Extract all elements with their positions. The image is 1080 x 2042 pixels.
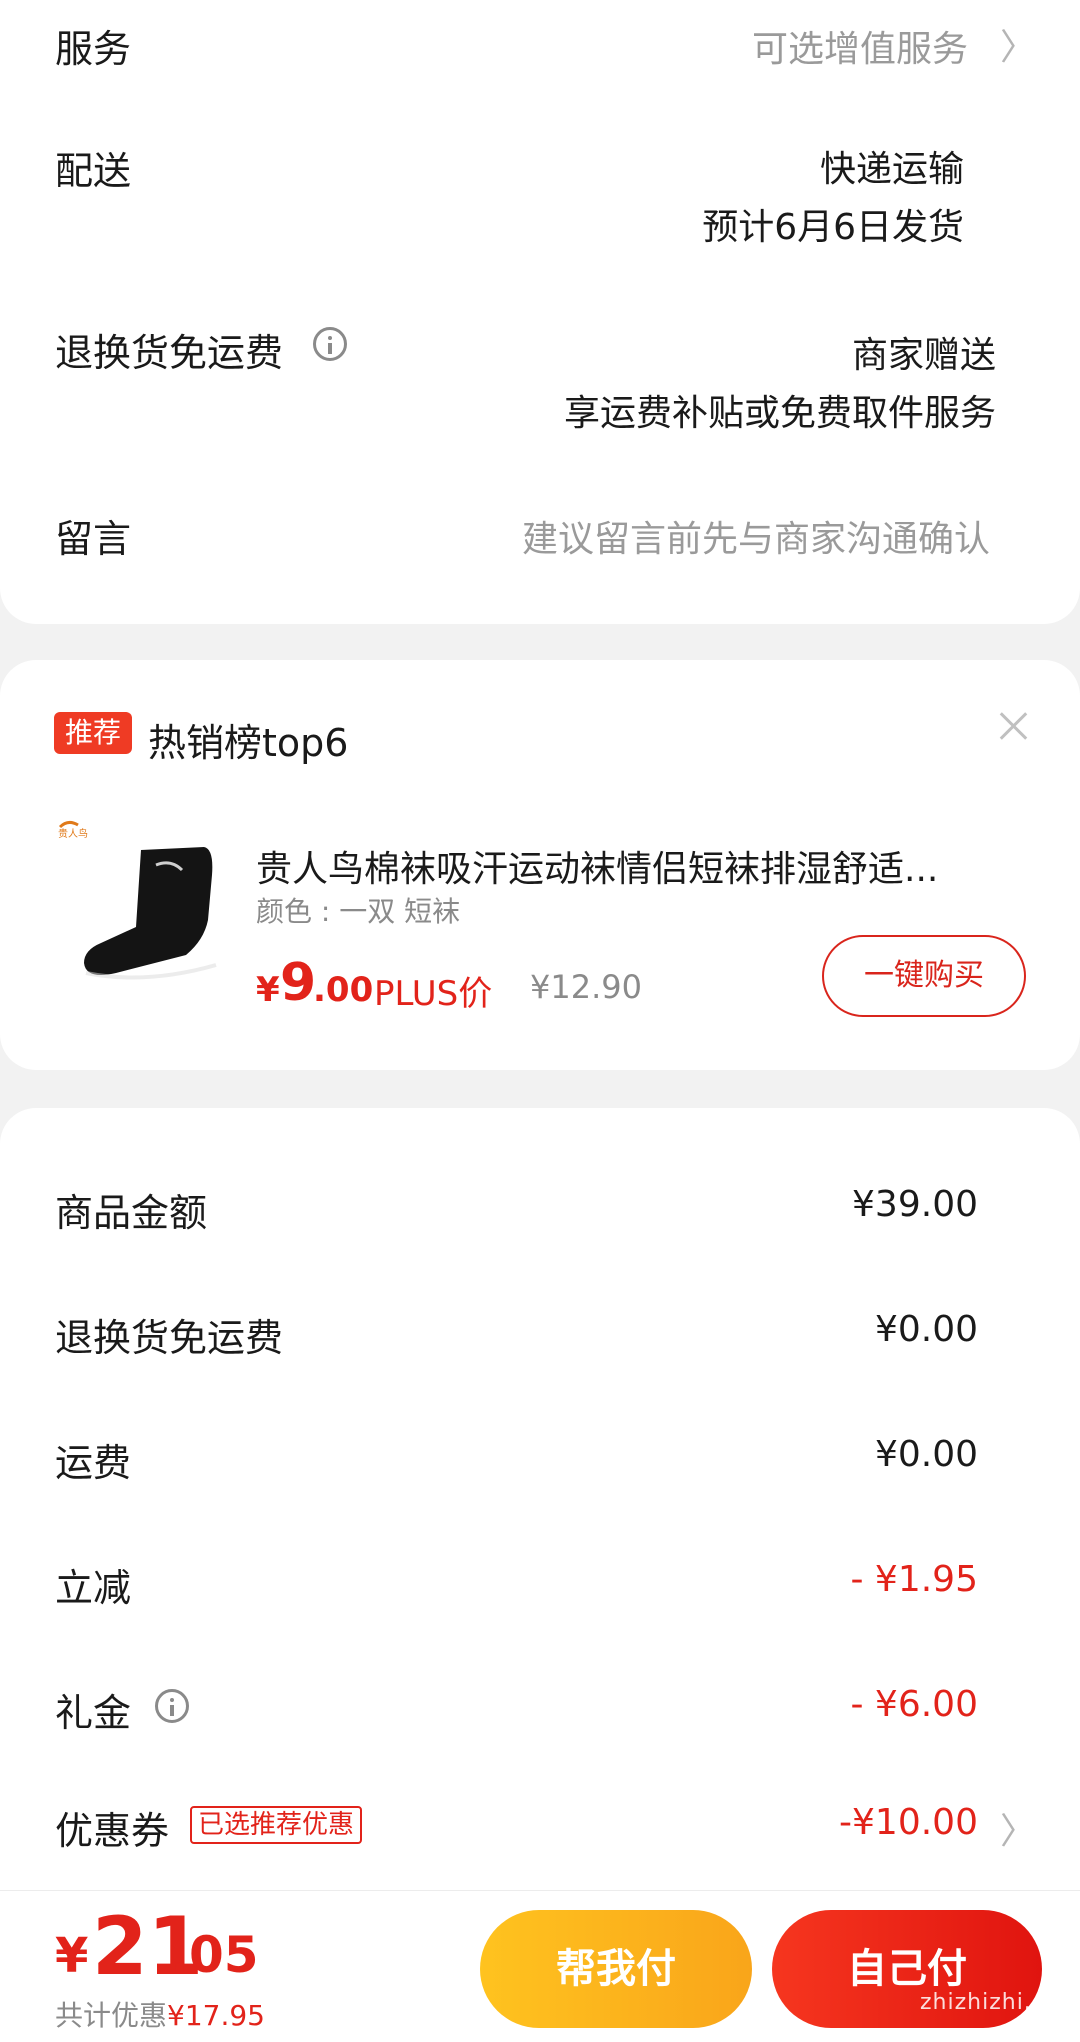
shipping-value: ¥0.00	[874, 1434, 978, 1475]
goods-amount-label: 商品金额	[55, 1191, 208, 1235]
watermark: zhizhizhi.com	[920, 1990, 1080, 2015]
product-spec: 颜色 : 一双 短袜	[256, 895, 461, 928]
product-name[interactable]: 贵人鸟棉袜吸汗运动袜情侣短袜排湿舒适...	[256, 840, 996, 892]
delivery-eta: 预计6月6日发货	[702, 207, 964, 248]
message-label: 留言	[55, 517, 132, 561]
return-free-row: 退换货免运费 商家赠送 享运费补贴或免费取件服务	[0, 312, 1080, 434]
chevron-right-icon: 〉	[1000, 27, 1037, 68]
coupon-row[interactable]: 优惠券 -¥10.00 〉	[0, 1800, 1080, 1860]
return-free-fee-value: ¥0.00	[874, 1309, 978, 1350]
price-currency: ¥	[256, 970, 280, 1010]
coupon-label: 优惠券	[55, 1809, 170, 1853]
help-pay-button[interactable]: 帮我付	[480, 1910, 752, 2028]
shipping-label: 运费	[55, 1441, 132, 1485]
message-input[interactable]: 建议留言前先与商家沟通确认	[522, 510, 990, 562]
service-value: 可选增值服务	[751, 29, 968, 70]
delivery-method: 快递运输	[819, 149, 964, 190]
info-icon[interactable]	[155, 1689, 189, 1723]
saved-label: 共计优惠	[55, 1999, 168, 2032]
instant-discount-row: 立减 - ¥1.95	[0, 1557, 1080, 1617]
coupon-value: -¥10.00	[839, 1802, 978, 1843]
product-thumbnail[interactable]: 贵人鸟	[56, 815, 236, 990]
price-integer: 9	[280, 953, 317, 1013]
goods-amount-value: ¥39.00	[852, 1184, 978, 1225]
gift-label: 礼金	[55, 1691, 132, 1735]
return-free-label: 退换货免运费	[55, 331, 284, 375]
recommend-badge: 推荐	[54, 712, 132, 754]
total-currency: ¥	[55, 1928, 89, 1984]
gift-value: - ¥6.00	[850, 1684, 979, 1725]
instant-discount-value: - ¥1.95	[850, 1559, 979, 1600]
plus-price-tag: PLUS价	[374, 974, 493, 1014]
info-icon[interactable]	[313, 327, 347, 361]
total-decimal: .05	[170, 1926, 259, 1984]
goods-amount-row: 商品金额 ¥39.00	[0, 1182, 1080, 1242]
message-row[interactable]: 留言 建议留言前先与商家沟通确认	[0, 500, 1080, 580]
total-saved: 共计优惠¥17.95	[55, 1994, 265, 2034]
sock-image: 贵人鸟	[58, 820, 217, 980]
saved-value: ¥17.95	[167, 1999, 265, 2032]
return-free-fee-label: 退换货免运费	[55, 1316, 284, 1360]
recommend-title: 热销榜top6	[148, 721, 349, 765]
original-price: ¥12.90	[530, 968, 642, 1006]
close-icon[interactable]	[996, 708, 1032, 744]
price-decimal: .00	[313, 970, 374, 1010]
instant-discount-label: 立减	[55, 1566, 132, 1610]
one-click-buy-button[interactable]: 一键购买	[822, 935, 1026, 1017]
service-label: 服务	[55, 27, 132, 71]
delivery-label: 配送	[55, 149, 132, 193]
service-row[interactable]: 服务 可选增值服务 〉	[0, 0, 1080, 90]
delivery-row[interactable]: 配送 快递运输 预计6月6日发货	[0, 130, 1080, 250]
shipping-row: 运费 ¥0.00	[0, 1432, 1080, 1492]
gift-row: 礼金 - ¥6.00	[0, 1682, 1080, 1742]
return-free-value: 商家赠送	[851, 335, 996, 376]
chevron-right-icon: 〉	[1000, 1811, 1037, 1852]
return-free-detail: 享运费补贴或免费取件服务	[563, 393, 996, 434]
svg-text:贵人鸟: 贵人鸟	[58, 827, 88, 840]
return-free-fee-row: 退换货免运费 ¥0.00	[0, 1307, 1080, 1367]
coupon-recommend-tag: 已选推荐优惠	[190, 1806, 363, 1844]
